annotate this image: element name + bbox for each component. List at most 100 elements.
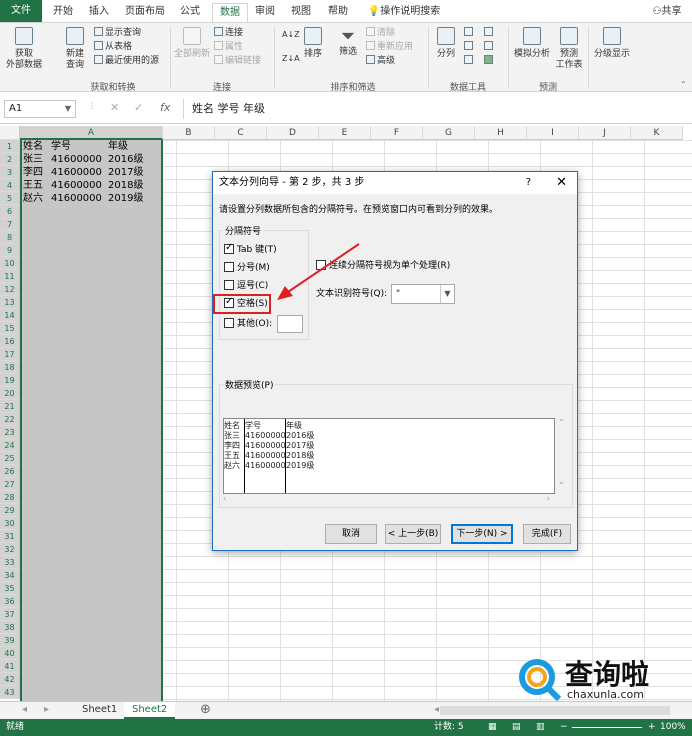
cell[interactable]: 2017级 xyxy=(108,167,143,178)
page-break-view-icon[interactable]: ▥ xyxy=(536,719,545,736)
row-header[interactable]: 39 xyxy=(0,634,20,647)
zoom-slider[interactable] xyxy=(572,727,642,728)
sort-za-button[interactable]: Z↓A xyxy=(282,53,300,64)
sheet-tab-2[interactable]: Sheet2 xyxy=(124,702,176,719)
zoom-out-icon[interactable]: − xyxy=(560,719,568,736)
cell[interactable]: 2016级 xyxy=(108,154,143,165)
row-header[interactable]: 12 xyxy=(0,283,20,296)
row-header[interactable]: 8 xyxy=(0,231,20,244)
column-header-a[interactable]: A xyxy=(20,126,163,140)
row-header[interactable]: 28 xyxy=(0,491,20,504)
scroll-up-icon[interactable]: ⌃ xyxy=(555,418,568,427)
remove-duplicates-button[interactable] xyxy=(464,41,475,53)
row-header[interactable]: 16 xyxy=(0,335,20,348)
tell-me-search[interactable]: 💡操作说明搜索 xyxy=(364,3,444,22)
cell[interactable]: 41600000 xyxy=(51,193,102,204)
finish-button[interactable]: 完成(F) xyxy=(523,524,571,544)
row-header[interactable]: 25 xyxy=(0,452,20,465)
row-header[interactable]: 31 xyxy=(0,530,20,543)
scroll-left-icon[interactable]: ‹ xyxy=(223,494,226,503)
preview-vertical-scrollbar[interactable]: ⌃ ⌄ xyxy=(555,418,568,494)
cancel-icon[interactable]: ✕ xyxy=(110,101,119,114)
collapse-ribbon-icon[interactable]: ⌃ xyxy=(680,79,687,90)
tab-data[interactable]: 数据 xyxy=(212,3,248,22)
row-header[interactable]: 35 xyxy=(0,582,20,595)
qualifier-select[interactable]: " ▼ xyxy=(391,284,455,304)
help-button[interactable]: ? xyxy=(526,172,531,194)
column-header-e[interactable]: E xyxy=(319,126,371,140)
function-icon[interactable]: fx xyxy=(160,101,170,114)
row-header[interactable]: 15 xyxy=(0,322,20,335)
select-all-corner[interactable] xyxy=(0,126,20,140)
other-checkbox[interactable]: 其他(O): xyxy=(224,318,272,330)
clear-button[interactable]: 清除 xyxy=(366,27,395,39)
data-preview[interactable]: 姓名 学号 年级 张三 41600000 2016级 李四 41600000 2017级 王五 41… xyxy=(223,418,555,494)
tab-review[interactable]: 审阅 xyxy=(250,3,280,22)
show-queries-button[interactable]: 显示查询 xyxy=(94,27,141,39)
cell[interactable]: 41600000 xyxy=(51,167,102,178)
tab-checkbox[interactable]: Tab 键(T) xyxy=(224,242,277,256)
cell[interactable]: 赵六 xyxy=(23,193,43,204)
edit-links-button[interactable]: 编辑链接 xyxy=(214,55,261,67)
row-header[interactable]: 17 xyxy=(0,348,20,361)
cell[interactable]: 王五 xyxy=(23,180,43,191)
preview-horizontal-scrollbar[interactable]: ‹ › xyxy=(223,494,568,506)
row-header[interactable]: 29 xyxy=(0,504,20,517)
cell[interactable]: 学号 xyxy=(51,141,71,152)
scroll-right-icon[interactable]: ▸ xyxy=(36,702,57,719)
cell[interactable]: 年级 xyxy=(108,141,128,152)
back-button[interactable]: < 上一步(B) xyxy=(385,524,441,544)
get-external-data-button[interactable]: 获取 外部数据 xyxy=(4,27,44,71)
row-header[interactable]: 11 xyxy=(0,270,20,283)
properties-button[interactable]: 属性 xyxy=(214,41,243,53)
connections-button[interactable]: 连接 xyxy=(214,27,243,39)
row-header[interactable]: 10 xyxy=(0,257,20,270)
tab-help[interactable]: 帮助 xyxy=(322,3,354,22)
tab-file[interactable]: 文件 xyxy=(0,0,42,22)
row-header[interactable]: 36 xyxy=(0,595,20,608)
horizontal-scrollbar[interactable] xyxy=(440,706,670,715)
row-header[interactable]: 14 xyxy=(0,309,20,322)
cell[interactable]: 姓名 xyxy=(23,141,43,152)
row-header[interactable]: 2 xyxy=(0,153,20,166)
scroll-left-icon[interactable]: ◂ xyxy=(14,702,35,719)
row-header[interactable]: 18 xyxy=(0,361,20,374)
column-header-b[interactable]: B xyxy=(163,126,215,140)
zoom-level[interactable]: 100% xyxy=(660,719,686,736)
tab-formulas[interactable]: 公式 xyxy=(174,3,206,22)
advanced-filter-button[interactable]: 高级 xyxy=(366,55,395,67)
recent-sources-button[interactable]: 最近使用的源 xyxy=(94,55,159,67)
cell[interactable]: 41600000 xyxy=(51,180,102,191)
row-header[interactable]: 34 xyxy=(0,569,20,582)
row-header[interactable]: 43 xyxy=(0,686,20,699)
semicolon-checkbox[interactable]: 分号(M) xyxy=(224,262,270,274)
enter-icon[interactable]: ✓ xyxy=(134,101,143,114)
formula-input[interactable]: 姓名 学号 年级 xyxy=(183,99,683,119)
consolidate-button[interactable] xyxy=(484,27,495,39)
row-header[interactable]: 4 xyxy=(0,179,20,192)
reapply-button[interactable]: 重新应用 xyxy=(366,41,413,53)
row-header[interactable]: 5 xyxy=(0,192,20,205)
row-header[interactable]: 19 xyxy=(0,374,20,387)
comma-checkbox[interactable]: 逗号(C) xyxy=(224,280,268,292)
normal-view-icon[interactable]: ▦ xyxy=(488,719,497,736)
close-icon[interactable]: ✕ xyxy=(556,172,567,194)
other-delimiter-input[interactable] xyxy=(277,315,303,333)
row-header[interactable]: 6 xyxy=(0,205,20,218)
flash-fill-button[interactable] xyxy=(464,27,475,39)
cell[interactable]: 李四 xyxy=(23,167,43,178)
row-header[interactable]: 26 xyxy=(0,465,20,478)
add-sheet-icon[interactable]: ⊕ xyxy=(192,702,219,719)
data-model-button[interactable] xyxy=(484,55,495,67)
relationships-button[interactable] xyxy=(484,41,495,53)
row-header[interactable]: 22 xyxy=(0,413,20,426)
column-header-i[interactable]: I xyxy=(527,126,579,140)
column-header-c[interactable]: C xyxy=(215,126,267,140)
text-to-columns-button[interactable]: 分列 xyxy=(432,27,460,60)
column-header-f[interactable]: F xyxy=(371,126,423,140)
row-header[interactable]: 20 xyxy=(0,387,20,400)
sheet-tab-1[interactable]: Sheet1 xyxy=(74,702,125,719)
column-header-k[interactable]: K xyxy=(631,126,683,140)
row-header[interactable]: 41 xyxy=(0,660,20,673)
new-query-button[interactable]: 新建 查询 xyxy=(58,27,92,71)
